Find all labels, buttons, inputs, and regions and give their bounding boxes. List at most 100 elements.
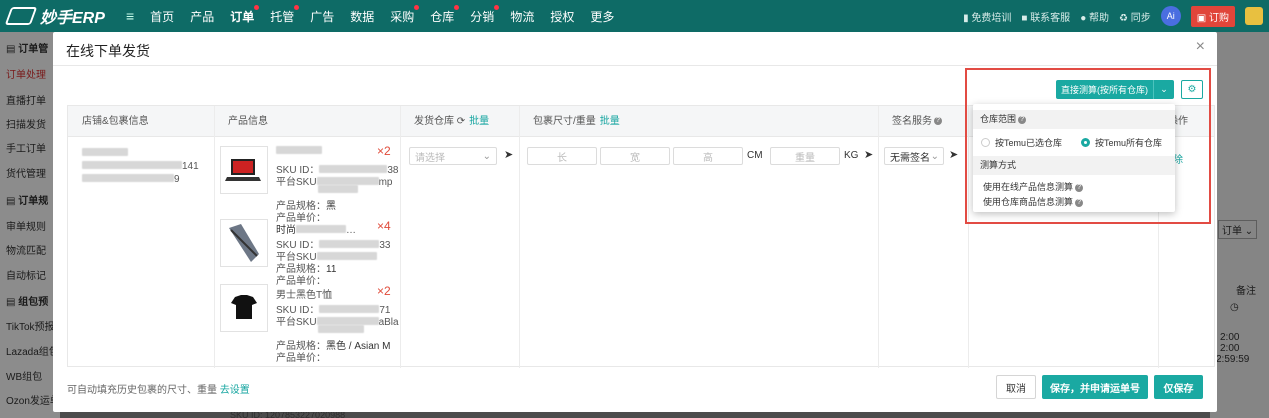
platform-sku-label: 平台SKU [276, 317, 317, 328]
height-input[interactable]: 高 [673, 147, 743, 165]
send-icon[interactable]: ➤ [864, 148, 873, 161]
col-warehouse-label: 发货仓库 [414, 116, 454, 127]
notification-dot [254, 4, 260, 10]
length-input[interactable]: 长 [527, 147, 597, 165]
product-price: 产品单价： [276, 276, 326, 287]
nav-item[interactable]: 物流 [502, 8, 542, 25]
package-batch-link[interactable]: 批量 [600, 116, 620, 127]
save-and-apply-button[interactable]: 保存，并申请运单号 [1042, 375, 1148, 399]
col-store: 店铺&包裹信息 [82, 116, 149, 127]
nav-item-label: 订单 [230, 9, 255, 24]
product-image-bag[interactable] [220, 219, 268, 267]
kg-unit: KG [844, 150, 859, 161]
column-divider [878, 106, 879, 368]
go-settings-link[interactable]: 去设置 [220, 385, 250, 396]
product-name: 时尚… [276, 225, 356, 236]
nav-item[interactable]: 数据 [342, 8, 382, 25]
help-icon[interactable]: ? [934, 117, 942, 126]
col-sign: 签名服务? [892, 106, 942, 137]
sync-link[interactable]: ♻ 同步 [1119, 9, 1151, 24]
send-icon[interactable]: ➤ [504, 148, 513, 161]
package-number: 141 [82, 161, 199, 172]
sku-tail: 33 [379, 240, 391, 251]
nav-item[interactable]: 更多 [582, 8, 622, 25]
subscribe-label: 订购 [1209, 12, 1229, 24]
product-name [276, 146, 322, 157]
support-link[interactable]: ■ 联系客服 [1021, 9, 1070, 24]
col-product: 产品信息 [228, 116, 268, 127]
nav-item[interactable]: 分销 [462, 4, 502, 25]
nav-item[interactable]: 首页 [142, 8, 182, 25]
nav-item[interactable]: 广告 [302, 8, 342, 25]
tshirt-icon [231, 295, 257, 319]
save-only-button[interactable]: 仅保存 [1154, 375, 1203, 399]
help-label: 帮助 [1089, 12, 1110, 24]
column-divider [400, 106, 401, 368]
warehouse-batch-link[interactable]: 批量 [469, 116, 489, 127]
refresh-icon[interactable]: ⟳ [457, 116, 465, 127]
store-name [82, 148, 128, 159]
sync-label: 同步 [1130, 12, 1151, 24]
nav-item-label: 首页 [150, 9, 175, 24]
spec-value: 黑 [326, 201, 336, 212]
nav-item[interactable]: 采购 [382, 4, 422, 25]
bag-icon [229, 224, 259, 262]
product-image-laptop[interactable] [220, 146, 268, 194]
nav-item[interactable]: 授权 [542, 8, 582, 25]
product-price: 产品单价： [276, 353, 326, 364]
platform-sku-tail: aBla [378, 317, 399, 328]
nav-item-label: 物流 [510, 9, 535, 24]
platform-sku-blur [318, 185, 358, 196]
column-divider [214, 106, 215, 368]
highlight-box [965, 68, 1211, 224]
col-sign-label: 签名服务 [892, 116, 932, 127]
width-input[interactable]: 宽 [600, 147, 670, 165]
col-warehouse: 发货仓库 ⟳ 批量 [414, 106, 489, 137]
package-number-tail: 141 [182, 161, 199, 172]
col-package-label: 包裹尺寸/重量 [533, 116, 596, 127]
nav-item-label: 分销 [470, 9, 495, 24]
menu-icon[interactable]: ≡ [126, 8, 134, 24]
product-image-tshirt[interactable] [220, 284, 268, 332]
footer-hint: 可自动填充历史包裹的尺寸、重量 去设置 [67, 381, 250, 396]
notification-dot [414, 4, 420, 10]
warehouse-select[interactable]: 请选择 ⌄ [409, 147, 497, 165]
training-link[interactable]: ▮ 免费培训 [963, 9, 1011, 24]
product-name-text: 时尚 [276, 225, 296, 236]
main-nav: 首页 产品 订单 托管 广告 数据 采购 仓库 分销 物流 授权 更多 [142, 4, 622, 25]
divider [53, 65, 1217, 66]
sign-value: 无需签名 [890, 152, 930, 164]
nav-item-label: 广告 [310, 9, 335, 24]
column-divider [519, 106, 520, 368]
app-logo[interactable]: 妙手ERP [0, 4, 120, 28]
nav-item[interactable]: 托管 [262, 4, 302, 25]
nav-item[interactable]: 订单 [222, 4, 262, 25]
nav-item[interactable]: 产品 [182, 8, 222, 25]
product-qty: ×4 [377, 219, 391, 233]
chevron-down-icon: ⌄ [482, 150, 491, 162]
notification-dot [294, 4, 300, 10]
subscribe-button[interactable]: ▣ 订购 [1190, 5, 1235, 27]
spec-value: 黑色 / Asian M [326, 341, 391, 352]
chevron-down-icon: ⌄ [930, 150, 939, 162]
modal-title: 在线下单发货 [66, 43, 150, 59]
nav-item-label: 托管 [270, 9, 295, 24]
platform-sku-blur [318, 325, 364, 336]
ai-assistant-icon[interactable]: Ai [1160, 6, 1181, 26]
help-link[interactable]: ● 帮助 [1080, 9, 1109, 24]
order-number-tail: 9 [174, 174, 180, 185]
product-qty: ×2 [377, 144, 391, 158]
nav-item-label: 更多 [590, 9, 615, 24]
send-icon[interactable]: ➤ [949, 148, 958, 161]
avatar[interactable] [1245, 7, 1263, 25]
nav-item[interactable]: 仓库 [422, 4, 462, 25]
cm-unit: CM [747, 150, 763, 161]
spec-value: 11 [326, 264, 337, 275]
cancel-button[interactable]: 取消 [996, 375, 1036, 399]
platform-sku-tail: mp [378, 177, 393, 188]
sign-select[interactable]: 无需签名 ⌄ [884, 147, 944, 165]
weight-input[interactable]: 重量 [770, 147, 840, 165]
platform-sku-label: 平台SKU [276, 177, 317, 188]
close-icon[interactable]: × [1196, 38, 1205, 56]
training-label: 免费培训 [971, 12, 1012, 24]
